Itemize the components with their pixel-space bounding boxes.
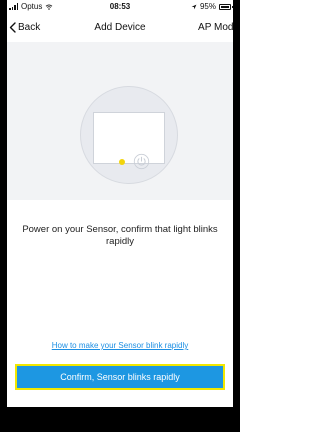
location-arrow-icon xyxy=(191,4,197,9)
help-link[interactable]: How to make your Sensor blink rapidly xyxy=(7,341,233,350)
indicator-light xyxy=(119,159,125,165)
battery-icon xyxy=(219,3,233,10)
device-illustration-panel xyxy=(93,112,165,164)
device-illustration xyxy=(7,42,233,200)
app-screen: Optus 08:53 95% Back Add Device AP Mod P… xyxy=(7,0,233,407)
nav-bar: Back Add Device AP Mode xyxy=(7,14,233,42)
confirm-button[interactable]: Confirm, Sensor blinks rapidly xyxy=(15,364,225,390)
status-bar: Optus 08:53 95% xyxy=(7,0,233,14)
status-right: 95% xyxy=(191,2,233,11)
power-icon xyxy=(133,153,150,170)
instruction-text: Power on your Sensor, confirm that light… xyxy=(22,224,218,247)
ap-mode-button[interactable]: AP Mode xyxy=(198,22,233,33)
battery-percent: 95% xyxy=(199,2,216,11)
